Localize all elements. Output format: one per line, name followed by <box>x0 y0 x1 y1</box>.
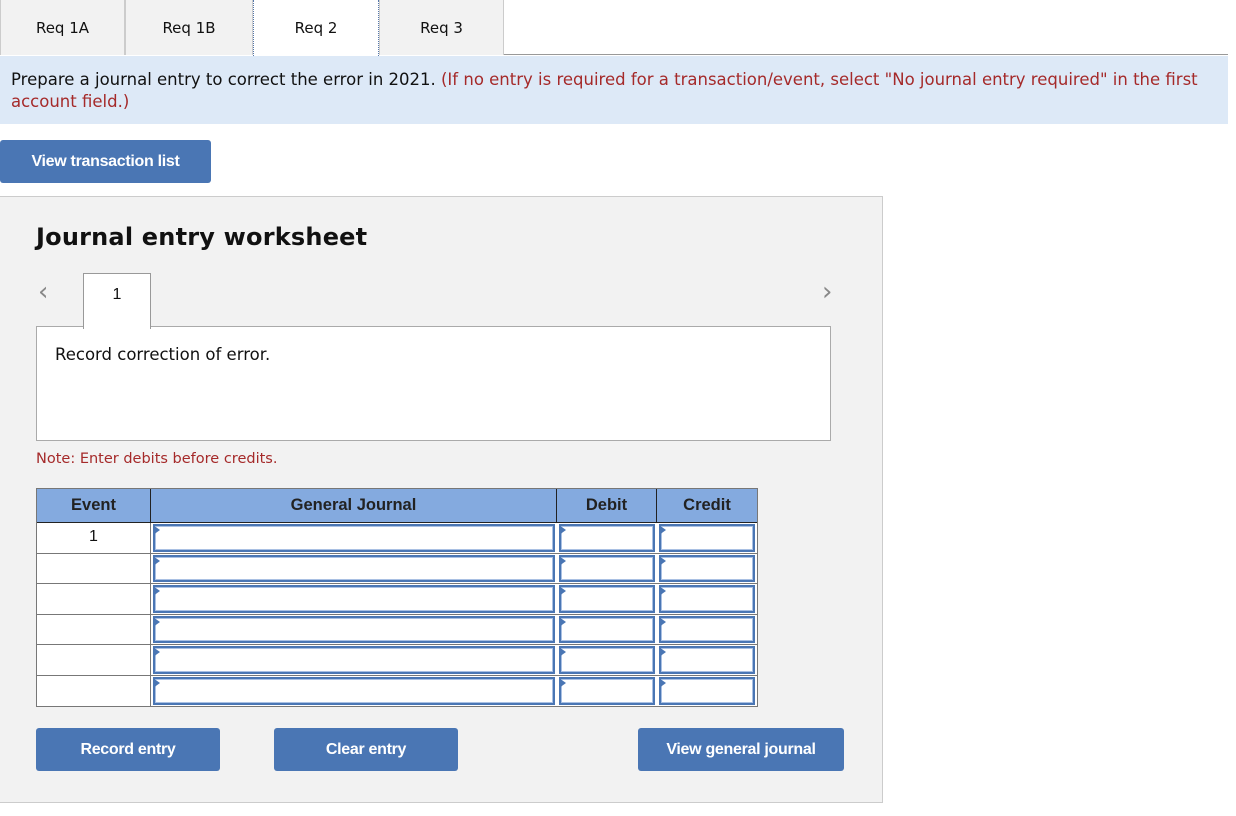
credit-input-cell <box>657 554 757 584</box>
tab-req-1b[interactable]: Req 1B <box>125 0 253 55</box>
tab-req-3[interactable]: Req 3 <box>379 0 504 55</box>
instruction-text: Prepare a journal entry to correct the e… <box>11 70 441 89</box>
account-select[interactable] <box>153 554 555 582</box>
debit-input-cell <box>557 676 657 707</box>
credit-input-cell <box>657 615 757 645</box>
credit-input[interactable] <box>659 554 755 582</box>
debit-input-cell <box>557 645 657 675</box>
header-event: Event <box>37 489 151 522</box>
account-select-cell <box>151 584 557 614</box>
table-row <box>37 614 757 645</box>
debit-credit-note: Note: Enter debits before credits. <box>36 451 278 467</box>
view-transaction-list-button[interactable]: View transaction list <box>0 140 211 183</box>
record-entry-button[interactable]: Record entry <box>36 728 220 771</box>
credit-input[interactable] <box>659 646 755 674</box>
table-row <box>37 645 757 676</box>
event-cell <box>37 675 151 706</box>
account-select[interactable] <box>153 676 555 705</box>
event-cell <box>37 645 151 675</box>
debit-input[interactable] <box>559 585 655 613</box>
event-cell <box>37 614 151 644</box>
account-select-cell <box>151 645 557 675</box>
debit-input-cell <box>557 584 657 614</box>
table-header: Event General Journal Debit Credit <box>37 489 757 523</box>
entry-description-text: Record correction of error. <box>55 345 271 364</box>
worksheet-title: Journal entry worksheet <box>36 223 368 251</box>
account-select-cell <box>151 676 557 707</box>
account-select[interactable] <box>153 524 555 552</box>
debit-input[interactable] <box>559 676 655 705</box>
debit-input-cell <box>557 615 657 645</box>
table-row: 1 <box>37 523 757 554</box>
event-cell <box>37 584 151 614</box>
credit-input-cell <box>657 584 757 614</box>
table-row <box>37 675 757 707</box>
entry-description: Record correction of error. <box>36 326 831 441</box>
table-row <box>37 553 757 584</box>
header-debit: Debit <box>557 489 657 522</box>
account-select[interactable] <box>153 585 555 613</box>
event-cell <box>37 553 151 583</box>
credit-input[interactable] <box>659 585 755 613</box>
credit-input[interactable] <box>659 615 755 643</box>
tab-req-2[interactable]: Req 2 <box>253 0 379 56</box>
chevron-left-icon[interactable]: ‹ <box>38 277 48 307</box>
credit-input[interactable] <box>659 524 755 552</box>
debit-input-cell <box>557 523 657 553</box>
debit-input[interactable] <box>559 554 655 582</box>
account-select-cell <box>151 523 557 553</box>
header-general-journal: General Journal <box>151 489 557 522</box>
table-row <box>37 584 757 615</box>
entry-tab-1[interactable]: 1 <box>83 273 151 329</box>
credit-input-cell <box>657 523 757 553</box>
chevron-right-icon[interactable]: › <box>822 277 832 307</box>
debit-input-cell <box>557 554 657 584</box>
debit-input[interactable] <box>559 646 655 674</box>
general-journal-table: Event General Journal Debit Credit 1 <box>36 488 758 707</box>
debit-input[interactable] <box>559 615 655 643</box>
account-select-cell <box>151 554 557 584</box>
tab-req-1a[interactable]: Req 1A <box>0 0 125 55</box>
clear-entry-button[interactable]: Clear entry <box>274 728 458 771</box>
credit-input-cell <box>657 676 757 707</box>
account-select[interactable] <box>153 615 555 643</box>
credit-input[interactable] <box>659 676 755 705</box>
credit-input-cell <box>657 645 757 675</box>
requirement-tabs: Req 1A Req 1B Req 2 Req 3 <box>0 0 1228 56</box>
account-select[interactable] <box>153 646 555 674</box>
view-general-journal-button[interactable]: View general journal <box>638 728 844 771</box>
header-credit: Credit <box>683 496 731 514</box>
instruction-banner: Prepare a journal entry to correct the e… <box>0 56 1228 124</box>
journal-entry-worksheet: Journal entry worksheet ‹ › 1 Record cor… <box>0 196 883 803</box>
event-cell: 1 <box>37 523 151 553</box>
account-select-cell <box>151 615 557 645</box>
debit-input[interactable] <box>559 524 655 552</box>
